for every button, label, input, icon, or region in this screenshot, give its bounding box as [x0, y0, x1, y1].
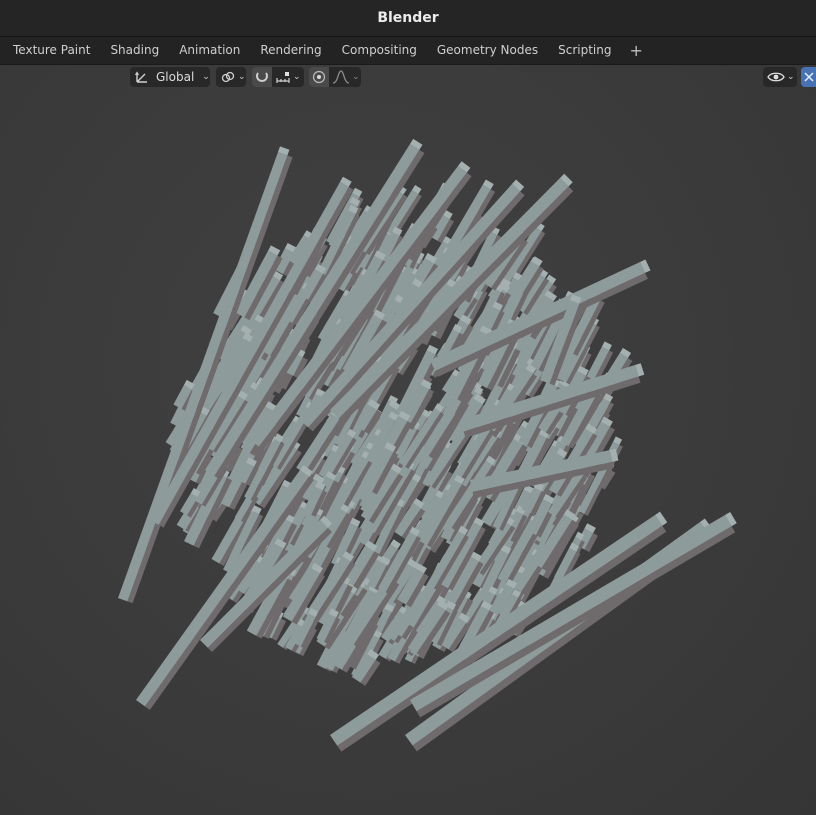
3d-viewport[interactable] [0, 65, 816, 815]
chevron-down-icon: ⌄ [202, 72, 210, 82]
chevron-down-icon: ⌄ [238, 72, 246, 82]
snap-increment-icon[interactable] [275, 69, 291, 85]
gizmo-icon [801, 67, 816, 87]
proportional-editing-icon[interactable] [309, 67, 329, 87]
proportional-editing-group: ⌄ [309, 67, 361, 87]
workspace-tabs: Texture Paint Shading Animation Renderin… [0, 37, 816, 65]
visibility-dropdown[interactable]: ⌄ [763, 67, 797, 87]
pivot-point-icon [220, 69, 236, 85]
gizmo-toggle-button[interactable] [801, 67, 816, 87]
transform-orientation-icon [134, 69, 150, 85]
tab-shading[interactable]: Shading [100, 37, 169, 64]
voxel-mesh [118, 138, 737, 752]
tab-texture-paint[interactable]: Texture Paint [0, 37, 100, 64]
eye-icon [767, 70, 785, 84]
tab-rendering[interactable]: Rendering [250, 37, 331, 64]
window-titlebar: Blender [0, 0, 816, 37]
add-workspace-button[interactable]: + [621, 37, 650, 64]
snapping-group: ⌄ [252, 67, 304, 87]
chevron-down-icon: ⌄ [787, 72, 795, 82]
pivot-point-dropdown[interactable]: ⌄ [216, 67, 246, 87]
tab-scripting[interactable]: Scripting [548, 37, 621, 64]
transform-orientation-dropdown[interactable]: Global ⌄ [130, 67, 210, 87]
viewport-header: Global ⌄ ⌄ ⌄ ⌄ ⌄ [0, 66, 816, 88]
transform-orientation-value: Global [156, 70, 195, 84]
tab-compositing[interactable]: Compositing [332, 37, 427, 64]
chevron-down-icon: ⌄ [352, 72, 360, 82]
snap-magnet-icon[interactable] [252, 67, 272, 87]
chevron-down-icon: ⌄ [293, 72, 301, 82]
app-title: Blender [377, 10, 439, 26]
falloff-curve-icon[interactable] [332, 69, 350, 85]
tab-animation[interactable]: Animation [169, 37, 250, 64]
tab-geometry-nodes[interactable]: Geometry Nodes [427, 37, 548, 64]
